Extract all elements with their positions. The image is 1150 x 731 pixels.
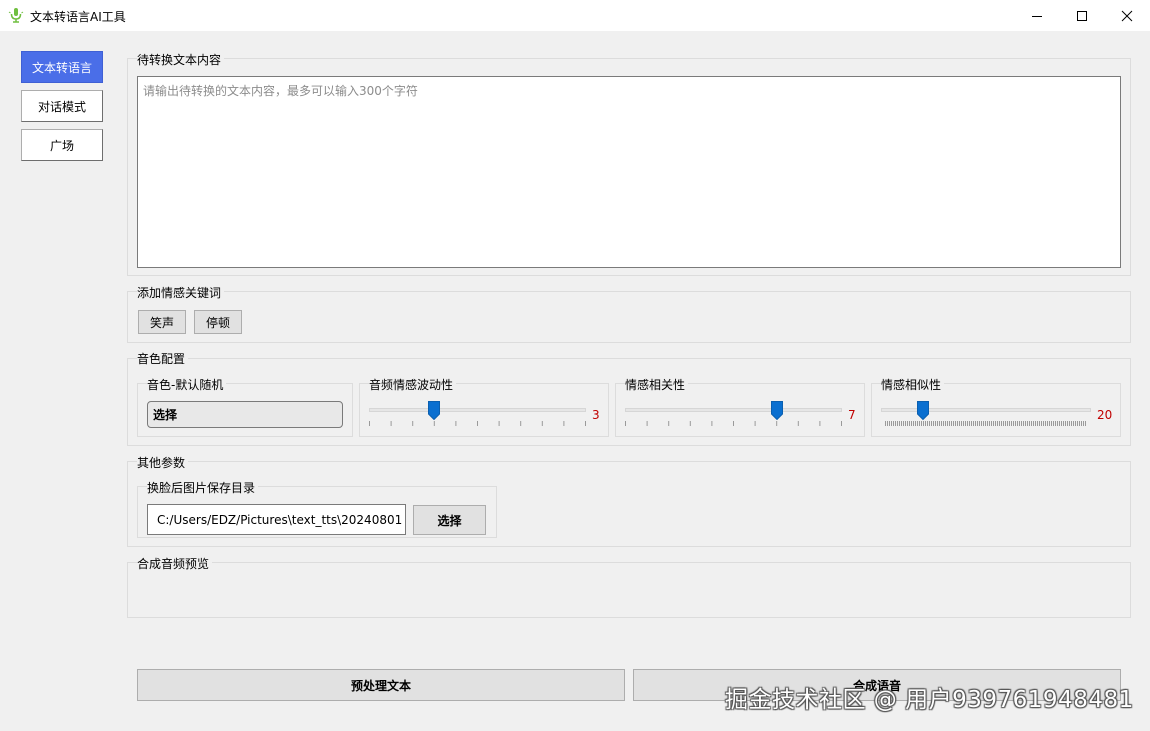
watermark-text: 掘金技术社区 @ 用户939761948481: [725, 687, 1134, 713]
keywords-title: 添加情感关键词: [137, 284, 225, 301]
keyword-label: 停顿: [205, 315, 230, 330]
save-dir-title: 换脸后图片保存目录: [147, 479, 259, 496]
nav-item-label: 广场: [49, 138, 74, 153]
text-content-title: 待转换文本内容: [137, 51, 225, 68]
voice-subgroup-title: 音色-默认随机: [147, 376, 227, 393]
slider-ticks: [625, 421, 842, 426]
preprocess-text-button[interactable]: 预处理文本: [137, 669, 625, 701]
slider-title: 情感相似性: [881, 376, 945, 393]
audio-preview-title: 合成音频预览: [137, 555, 213, 572]
microphone-icon: [8, 7, 24, 23]
laughter-keyword-button[interactable]: 笑声: [138, 310, 186, 334]
save-dir-select-button[interactable]: 选择: [413, 505, 486, 535]
nav-dialogue-mode[interactable]: 对话模式: [21, 90, 103, 122]
keywords-group: [127, 291, 1131, 343]
window-title: 文本转语言AI工具: [30, 10, 126, 24]
audio-preview-group: [127, 562, 1131, 618]
slider-thumb[interactable]: [428, 401, 441, 420]
slider-thumb[interactable]: [770, 401, 783, 420]
voice-config-title: 音色配置: [137, 350, 189, 367]
voice-select-button[interactable]: 选择: [147, 401, 343, 428]
close-icon: [1121, 10, 1133, 21]
title-bar: 文本转语言AI工具: [0, 0, 1150, 31]
minimize-icon: [1032, 15, 1042, 17]
slider-ticks: [369, 421, 586, 426]
slider-value: 3: [592, 408, 600, 422]
slider-track: [369, 408, 586, 412]
nav-item-label: 文本转语言: [31, 60, 92, 75]
nav-text-to-speech[interactable]: 文本转语言: [21, 51, 103, 83]
maximize-icon: [1077, 10, 1087, 21]
maximize-button[interactable]: [1059, 0, 1105, 31]
text-content-placeholder: 请输出待转换的文本内容，最多可以输入300个字符: [143, 84, 418, 98]
keyword-label: 笑声: [149, 315, 174, 330]
slider-ticks: [885, 421, 1086, 426]
nav-square[interactable]: 广场: [21, 129, 103, 161]
slider-track: [625, 408, 842, 412]
slider-title: 情感相关性: [625, 376, 689, 393]
slider-track: [881, 408, 1091, 412]
pause-keyword-button[interactable]: 停顿: [194, 310, 242, 334]
slider-value: 20: [1097, 408, 1113, 422]
nav-item-label: 对话模式: [37, 99, 86, 114]
minimize-button[interactable]: [1014, 0, 1060, 31]
slider-title: 音频情感波动性: [369, 376, 457, 393]
text-content-input[interactable]: 请输出待转换的文本内容，最多可以输入300个字符: [137, 76, 1121, 268]
other-params-title: 其他参数: [137, 454, 189, 471]
close-button[interactable]: [1104, 0, 1150, 31]
slider-value: 7: [848, 408, 856, 422]
save-dir-input[interactable]: C:/Users/EDZ/Pictures\text_tts\20240801: [147, 504, 406, 535]
slider-thumb[interactable]: [917, 401, 929, 420]
